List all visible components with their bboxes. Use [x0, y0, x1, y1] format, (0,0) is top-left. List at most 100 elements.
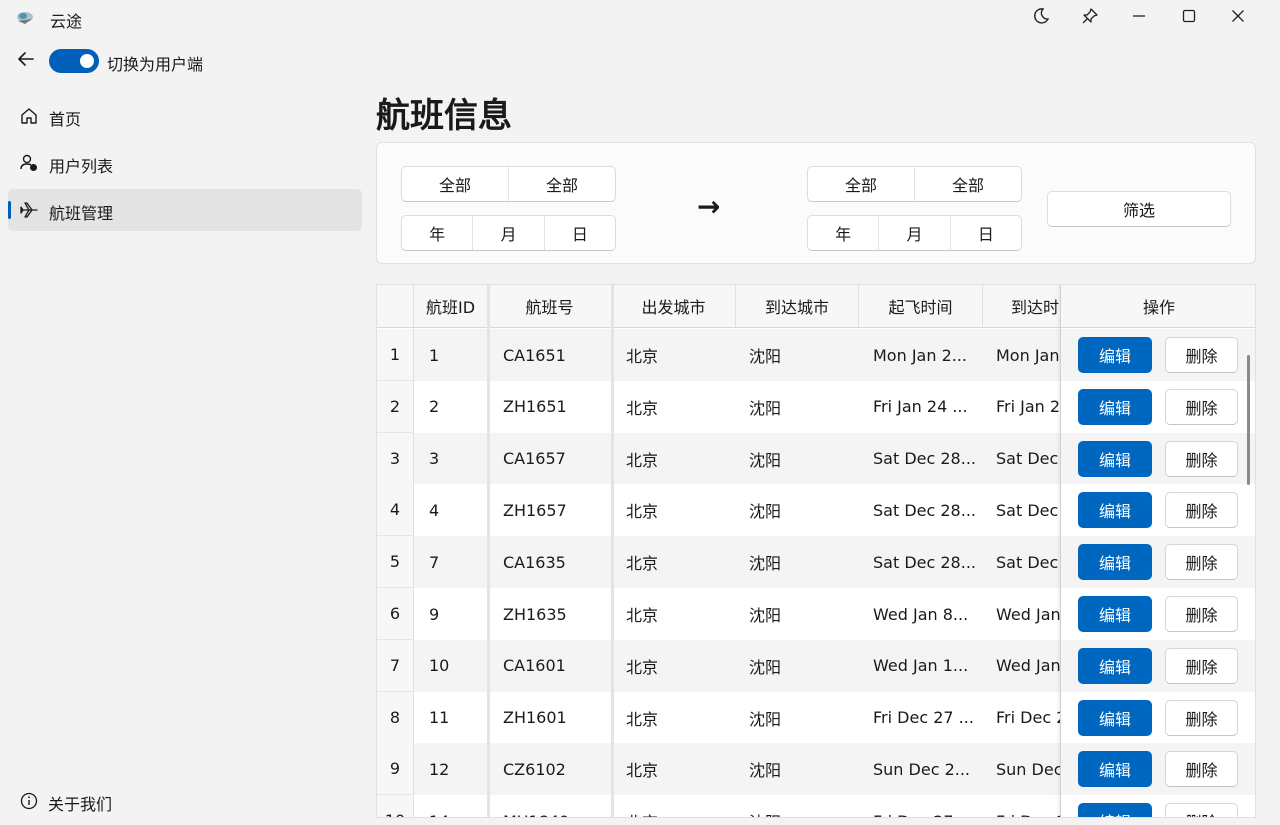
cell-flight-id: 10	[429, 656, 450, 676]
edit-button[interactable]: 编辑	[1078, 699, 1152, 736]
vertical-scrollbar[interactable]	[1247, 355, 1250, 485]
edit-button[interactable]: 编辑	[1078, 544, 1152, 581]
actions-cell: 编辑删除	[1061, 380, 1255, 433]
app-logo-icon	[15, 8, 35, 28]
cell-flight-no: ZH1657	[503, 500, 567, 520]
maximize-icon	[1180, 7, 1198, 29]
maximize-button[interactable]	[1165, 0, 1213, 36]
delete-button[interactable]: 删除	[1165, 647, 1238, 684]
arrival-city-select[interactable]: 全部	[915, 167, 1021, 201]
page-title: 航班信息	[376, 96, 512, 136]
cell-arrival-time: Fri Jan 24	[996, 397, 1060, 417]
cell-departure-time: Sun Dec 2...	[873, 759, 971, 779]
arrival-day-select[interactable]: 日	[951, 216, 1021, 250]
nav-item-home[interactable]: 首页	[8, 95, 362, 137]
departure-province-select[interactable]: 全部	[402, 167, 509, 201]
column-header-id[interactable]: 航班ID	[414, 285, 488, 328]
cell-flight-id: 7	[429, 552, 440, 572]
row-number: 10	[377, 795, 414, 817]
departure-day-select[interactable]: 日	[545, 216, 615, 250]
cell-arrival-city: 沈阳	[749, 398, 782, 418]
delete-button[interactable]: 删除	[1165, 492, 1238, 529]
edit-button[interactable]: 编辑	[1078, 596, 1152, 632]
edit-button[interactable]: 编辑	[1078, 647, 1152, 684]
client-mode-toggle[interactable]	[49, 49, 99, 73]
close-icon	[1229, 7, 1247, 29]
column-header-arrival-time[interactable]: 到达时	[983, 285, 1061, 328]
cell-arrival-city: 沈阳	[749, 554, 782, 574]
departure-date-selector: 年 月 日	[401, 215, 616, 251]
delete-button[interactable]: 删除	[1165, 440, 1238, 477]
departure-month-select[interactable]: 月	[473, 216, 545, 250]
nav-item-about[interactable]: 关于我们	[20, 791, 112, 815]
cell-departure-city: 北京	[626, 709, 659, 729]
close-button[interactable]	[1214, 0, 1262, 36]
actions-cell: 编辑删除	[1061, 639, 1255, 692]
delete-button[interactable]: 删除	[1165, 803, 1238, 817]
minimize-button[interactable]	[1115, 0, 1163, 36]
cell-departure-city: 北京	[626, 450, 659, 470]
row-number: 2	[377, 380, 414, 433]
arrival-year-select[interactable]: 年	[808, 216, 880, 250]
edit-button[interactable]: 编辑	[1078, 388, 1152, 425]
row-number: 4	[377, 484, 414, 537]
column-header-departure-city[interactable]: 出发城市	[612, 285, 736, 328]
delete-button[interactable]: 删除	[1165, 337, 1238, 373]
departure-year-select[interactable]: 年	[402, 216, 474, 250]
home-icon	[19, 106, 39, 126]
cell-departure-time: Wed Jan 1...	[873, 656, 969, 676]
arrival-date-selector: 年 月 日	[807, 215, 1022, 251]
cell-arrival-time: Sun Dec	[996, 759, 1060, 779]
edit-button[interactable]: 编辑	[1078, 803, 1152, 817]
arrival-province-select[interactable]: 全部	[808, 167, 915, 201]
delete-button[interactable]: 删除	[1165, 388, 1238, 425]
column-header-actions: 操作	[1061, 285, 1255, 328]
cell-departure-city: 北京	[626, 347, 659, 366]
nav-selection-indicator	[8, 201, 11, 219]
row-number: 5	[377, 536, 414, 589]
column-header-departure-time[interactable]: 起飞时间	[859, 285, 983, 328]
delete-button[interactable]: 删除	[1165, 596, 1238, 632]
cell-arrival-city: 沈阳	[749, 606, 782, 625]
row-number: 8	[377, 691, 414, 744]
arrival-city-selector: 全部 全部	[807, 166, 1022, 202]
cell-arrival-time: Sat Dec	[996, 552, 1059, 572]
edit-button[interactable]: 编辑	[1078, 440, 1152, 477]
column-header-arrival-city[interactable]: 到达城市	[736, 285, 859, 328]
nav-item-users[interactable]: 用户列表	[8, 142, 362, 184]
arrival-month-select[interactable]: 月	[879, 216, 951, 250]
theme-toggle-button[interactable]	[1017, 0, 1065, 36]
actions-cell: 编辑删除	[1061, 432, 1255, 485]
column-header-flight-no[interactable]: 航班号	[488, 285, 612, 328]
edit-button[interactable]: 编辑	[1078, 751, 1152, 788]
delete-button[interactable]: 删除	[1165, 699, 1238, 736]
cell-departure-time: Sat Dec 28...	[873, 552, 976, 572]
nav-item-label: 航班管理	[49, 204, 114, 223]
column-separator[interactable]	[487, 285, 490, 817]
delete-button[interactable]: 删除	[1165, 751, 1238, 788]
column-separator[interactable]	[611, 285, 614, 817]
filter-button[interactable]: 筛选	[1047, 191, 1231, 227]
delete-button[interactable]: 删除	[1165, 544, 1238, 581]
row-number: 1	[377, 329, 414, 381]
cell-arrival-time: Sat Dec	[996, 500, 1059, 520]
nav-item-flights[interactable]: 航班管理	[8, 189, 362, 231]
edit-button[interactable]: 编辑	[1078, 337, 1152, 373]
cell-flight-no: CZ6102	[503, 759, 566, 779]
cell-departure-city: 北京	[626, 398, 659, 418]
edit-button[interactable]: 编辑	[1078, 492, 1152, 529]
airplane-icon	[19, 200, 39, 220]
back-button[interactable]	[12, 47, 40, 75]
moon-icon	[1032, 7, 1050, 29]
cell-departure-time: Fri Dec 27 ...	[873, 708, 974, 728]
flight-table: 航班ID 航班号 出发城市 到达城市 起飞时间 到达时 操作 11 CA1651 北…	[376, 284, 1256, 818]
cell-flight-id: 9	[429, 604, 440, 624]
pin-button[interactable]	[1066, 0, 1114, 36]
cell-flight-no: CA1651	[503, 345, 566, 365]
cell-flight-id: 1	[429, 345, 440, 365]
cell-arrival-time: Wed Jan	[996, 656, 1060, 676]
user-list-icon	[19, 153, 39, 173]
departure-city-select[interactable]: 全部	[509, 167, 615, 201]
nav-item-label: 用户列表	[49, 157, 114, 176]
toggle-label: 切换为用户端	[107, 55, 204, 74]
